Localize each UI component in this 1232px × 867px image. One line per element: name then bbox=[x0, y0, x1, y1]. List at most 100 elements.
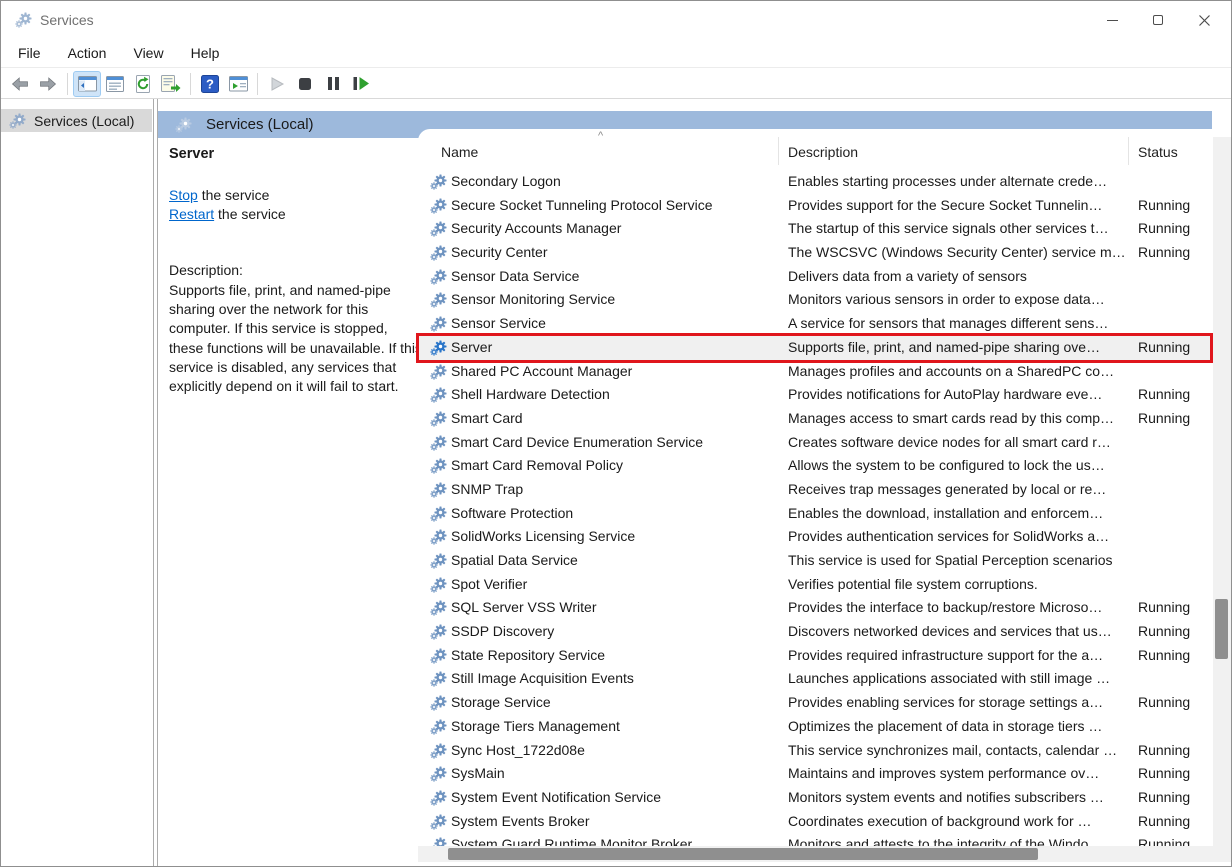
service-status-cell bbox=[1138, 312, 1213, 336]
service-description-cell: Monitors system events and notifies subs… bbox=[788, 788, 1104, 805]
tree-item-services-local[interactable]: Services (Local) bbox=[1, 109, 152, 132]
stop-service-link[interactable]: Stop bbox=[169, 187, 198, 203]
service-name-cell: Server bbox=[451, 338, 493, 355]
close-button[interactable] bbox=[1181, 1, 1227, 39]
refresh-icon bbox=[136, 74, 150, 93]
table-row[interactable]: Spot Verifier Verifies potential file sy… bbox=[418, 573, 1231, 597]
table-row[interactable]: Smart Card Removal Policy Allows the sys… bbox=[418, 454, 1231, 478]
table-row[interactable]: Sensor Data Service Delivers data from a… bbox=[418, 265, 1231, 289]
column-header-description[interactable]: Description bbox=[788, 144, 858, 160]
service-description-cell: Provides required infrastructure support… bbox=[788, 646, 1104, 663]
table-row[interactable]: System Guard Runtime Monitor Broker Moni… bbox=[418, 833, 1231, 846]
restart-service-link[interactable]: Restart bbox=[169, 206, 214, 222]
horizontal-scrollbar-thumb[interactable] bbox=[448, 848, 1038, 860]
description-label: Description: bbox=[169, 262, 243, 278]
service-description-cell: Monitors various sensors in order to exp… bbox=[788, 291, 1105, 308]
service-status-cell: Running bbox=[1138, 386, 1191, 403]
forward-button[interactable] bbox=[34, 71, 62, 97]
export-list-button[interactable] bbox=[157, 71, 185, 97]
table-row[interactable]: State Repository Service Provides requir… bbox=[418, 644, 1231, 668]
menu-view[interactable]: View bbox=[130, 42, 166, 64]
minimize-button[interactable] bbox=[1089, 1, 1135, 39]
services-banner-icon bbox=[175, 117, 192, 133]
vertical-scrollbar[interactable] bbox=[1213, 137, 1231, 846]
restart-service-line: Restart the service bbox=[169, 205, 286, 224]
back-button[interactable] bbox=[6, 71, 34, 97]
menu-file[interactable]: File bbox=[15, 42, 44, 64]
pause-service-button[interactable] bbox=[319, 71, 347, 97]
show-extended-view-button[interactable] bbox=[224, 71, 252, 97]
console-tree-panel: Services (Local) bbox=[1, 99, 154, 866]
forward-arrow-icon bbox=[40, 76, 57, 91]
help-button[interactable]: ? bbox=[196, 71, 224, 97]
table-row[interactable]: Security Accounts Manager The startup of… bbox=[418, 217, 1231, 241]
properties-button[interactable] bbox=[101, 71, 129, 97]
table-row[interactable]: Shared PC Account Manager Manages profil… bbox=[418, 360, 1231, 384]
table-row[interactable]: Smart Card Device Enumeration Service Cr… bbox=[418, 431, 1231, 455]
service-description-cell: A service for sensors that manages diffe… bbox=[788, 315, 1109, 332]
stop-service-button[interactable] bbox=[291, 71, 319, 97]
table-row[interactable]: SysMain Maintains and improves system pe… bbox=[418, 762, 1231, 786]
table-row[interactable]: Software Protection Enables the download… bbox=[418, 502, 1231, 526]
table-row[interactable]: Sync Host_1722d08e This service synchron… bbox=[418, 739, 1231, 763]
table-row[interactable]: Sensor Service A service for sensors tha… bbox=[418, 312, 1231, 336]
table-row[interactable]: SolidWorks Licensing Service Provides au… bbox=[418, 525, 1231, 549]
horizontal-scrollbar[interactable] bbox=[418, 846, 1231, 862]
service-name-cell: Sync Host_1722d08e bbox=[451, 741, 585, 758]
help-icon: ? bbox=[201, 74, 219, 93]
table-row[interactable]: Smart Card Manages access to smart cards… bbox=[418, 407, 1231, 431]
table-row[interactable]: SQL Server VSS Writer Provides the inter… bbox=[418, 596, 1231, 620]
start-service-button[interactable] bbox=[263, 71, 291, 97]
column-divider[interactable] bbox=[1128, 137, 1129, 165]
extended-view-icon bbox=[228, 75, 248, 91]
table-row[interactable]: Security Center The WSCSVC (Windows Secu… bbox=[418, 241, 1231, 265]
maximize-button[interactable] bbox=[1135, 1, 1181, 39]
table-row[interactable]: System Events Broker Coordinates executi… bbox=[418, 810, 1231, 834]
service-gear-icon bbox=[430, 221, 447, 237]
table-row[interactable]: Still Image Acquisition Events Launches … bbox=[418, 667, 1231, 691]
status-strip bbox=[418, 862, 1231, 866]
service-gear-icon bbox=[430, 766, 447, 782]
toolbar-separator bbox=[190, 72, 191, 95]
service-description-cell: Provides notifications for AutoPlay hard… bbox=[788, 386, 1103, 403]
service-status-cell: Running bbox=[1138, 196, 1191, 213]
show-console-tree-button[interactable] bbox=[73, 70, 101, 97]
service-gear-icon bbox=[430, 411, 447, 427]
service-status-cell bbox=[1138, 431, 1213, 455]
service-gear-icon bbox=[430, 482, 447, 498]
service-name-cell: Sensor Data Service bbox=[451, 267, 580, 284]
table-row[interactable]: Storage Tiers Management Optimizes the p… bbox=[418, 715, 1231, 739]
refresh-button[interactable] bbox=[129, 71, 157, 97]
table-row[interactable]: SSDP Discovery Discovers networked devic… bbox=[418, 620, 1231, 644]
service-name-cell: Secure Socket Tunneling Protocol Service bbox=[451, 196, 713, 213]
table-row[interactable]: System Event Notification Service Monito… bbox=[418, 786, 1231, 810]
table-row[interactable]: Sensor Monitoring Service Monitors vario… bbox=[418, 288, 1231, 312]
service-status-cell bbox=[1138, 525, 1213, 549]
table-row[interactable]: Secure Socket Tunneling Protocol Service… bbox=[418, 194, 1231, 218]
service-name-cell: Security Center bbox=[451, 244, 548, 261]
table-row[interactable]: SNMP Trap Receives trap messages generat… bbox=[418, 478, 1231, 502]
service-description-cell: The startup of this service signals othe… bbox=[788, 220, 1109, 237]
table-row[interactable]: Secondary Logon Enables starting process… bbox=[418, 170, 1231, 194]
column-divider[interactable] bbox=[778, 137, 779, 165]
restart-service-button[interactable] bbox=[347, 71, 375, 97]
column-header-status[interactable]: Status bbox=[1138, 144, 1178, 160]
service-name-cell: SNMP Trap bbox=[451, 480, 524, 497]
service-name-cell: SQL Server VSS Writer bbox=[451, 599, 597, 616]
service-status-cell: Running bbox=[1138, 788, 1191, 805]
menu-help[interactable]: Help bbox=[188, 42, 223, 64]
table-row[interactable]: Shell Hardware Detection Provides notifi… bbox=[418, 383, 1231, 407]
table-row[interactable]: Server Supports file, print, and named-p… bbox=[418, 335, 1231, 360]
maximize-icon bbox=[1153, 15, 1163, 25]
vertical-scrollbar-thumb[interactable] bbox=[1215, 599, 1228, 659]
services-window: Services File Action View Help ? Service… bbox=[0, 0, 1232, 867]
console-tree-icon bbox=[77, 75, 97, 91]
service-gear-icon bbox=[430, 671, 447, 687]
table-row[interactable]: Spatial Data Service This service is use… bbox=[418, 549, 1231, 573]
menu-action[interactable]: Action bbox=[65, 42, 110, 64]
service-name-cell: Still Image Acquisition Events bbox=[451, 670, 634, 687]
table-row[interactable]: Storage Service Provides enabling servic… bbox=[418, 691, 1231, 715]
column-header-name[interactable]: Name bbox=[441, 144, 478, 160]
service-status-cell bbox=[1138, 454, 1213, 478]
service-description-cell: Optimizes the placement of data in stora… bbox=[788, 717, 1103, 734]
